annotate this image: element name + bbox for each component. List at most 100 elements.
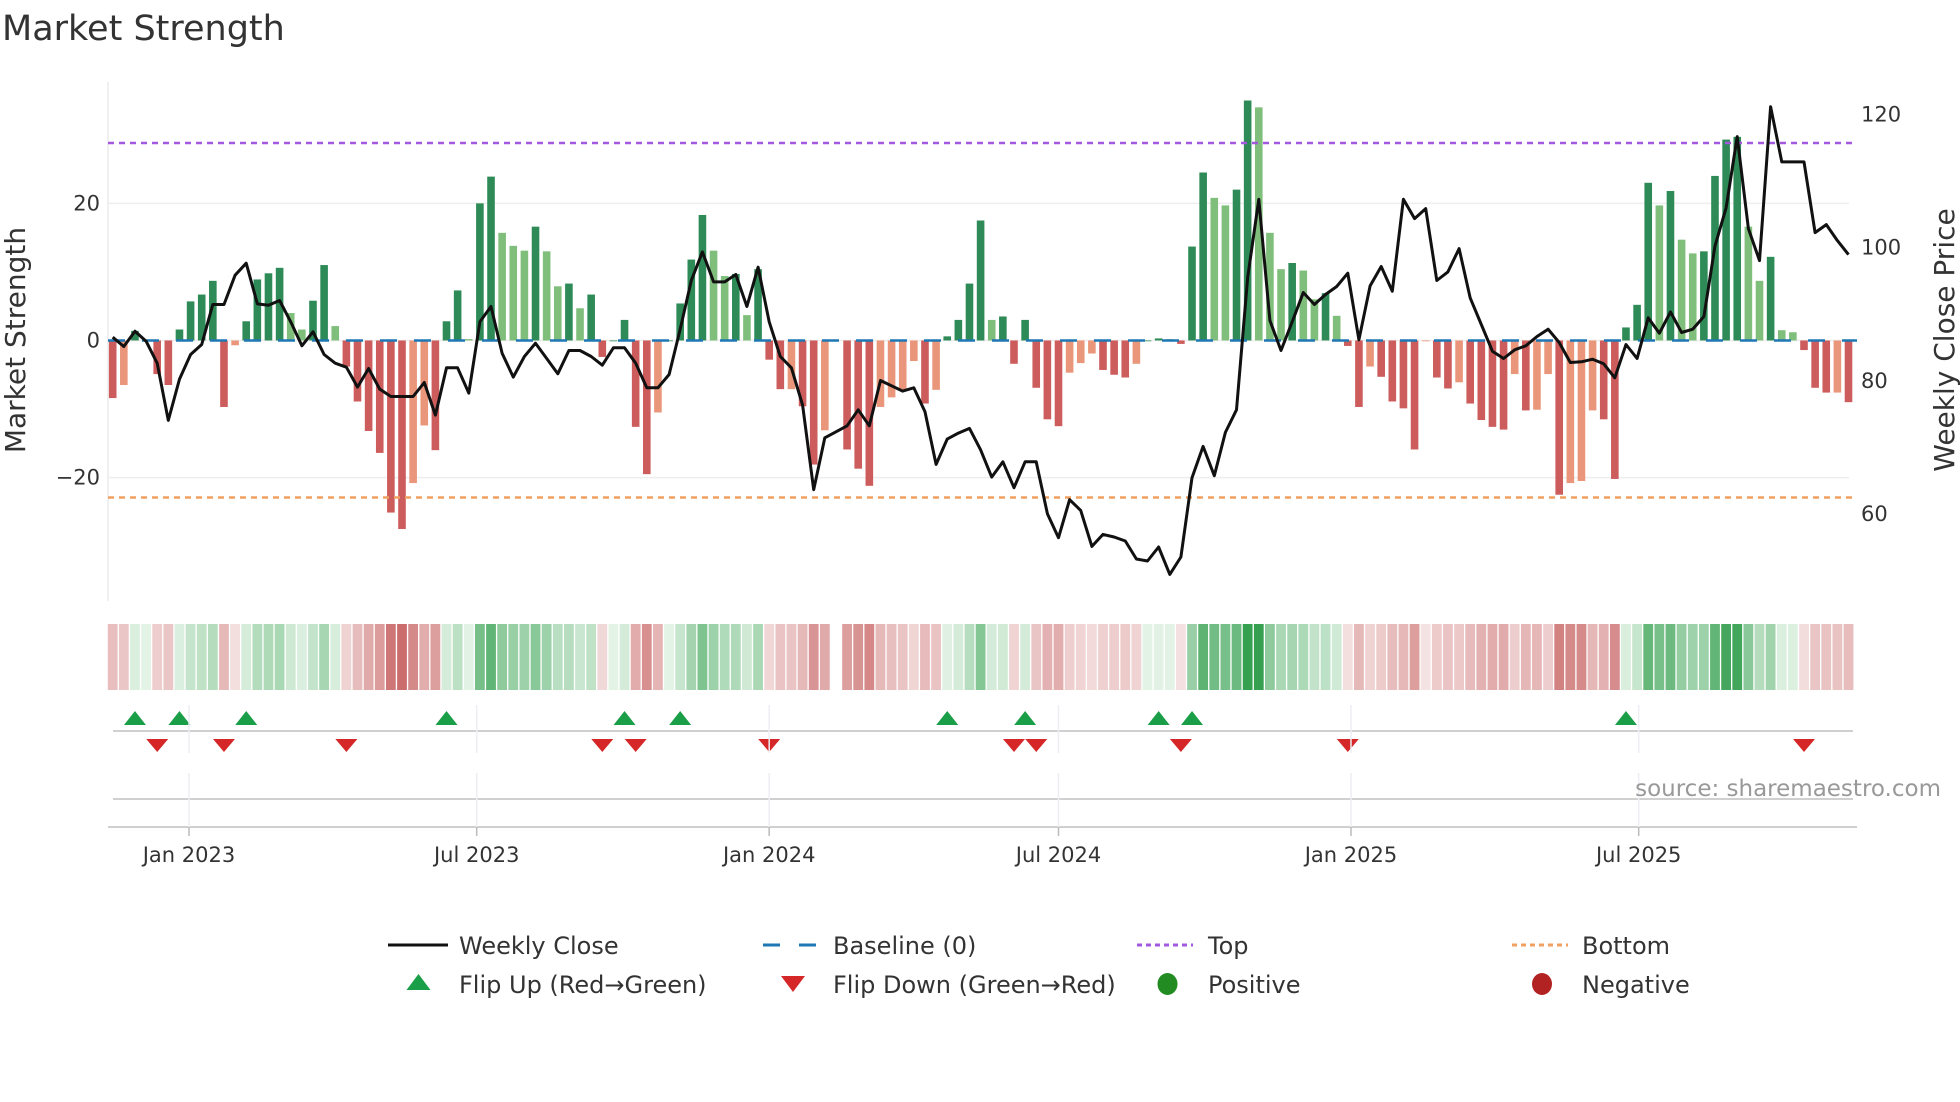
strength-bar <box>565 283 573 341</box>
heatmap-cell <box>853 624 864 690</box>
legend-label: Flip Up (Red→Green) <box>459 971 707 999</box>
strength-bar <box>1777 330 1786 341</box>
strength-bar <box>1366 340 1374 367</box>
y-tick-label: 0 <box>87 328 100 352</box>
heatmap-cell <box>452 624 463 690</box>
strength-bar <box>1121 340 1130 378</box>
strength-bar <box>1499 340 1508 430</box>
heatmap-cell <box>152 624 163 690</box>
strength-bar <box>1455 340 1463 383</box>
strength-bar <box>609 340 618 342</box>
heatmap-cell <box>1342 624 1353 690</box>
heatmap-cell <box>686 624 697 690</box>
strength-bar <box>854 340 863 469</box>
strength-bar <box>1811 340 1819 388</box>
heatmap-cell <box>508 624 519 690</box>
flip-down-marker <box>335 739 358 752</box>
strength-bar <box>387 340 395 513</box>
flip-down-marker <box>146 739 169 752</box>
strength-bar <box>1544 340 1552 375</box>
heatmap-cell <box>1420 624 1431 690</box>
heatmap-cell <box>1565 624 1576 690</box>
flip-up-marker <box>435 711 458 725</box>
strength-bar <box>1232 189 1241 341</box>
y2-tick-label: 100 <box>1861 236 1901 260</box>
x-tick-label: Jul 2025 <box>1594 843 1681 867</box>
legend-item: Weekly Close <box>388 932 619 960</box>
strength-bar <box>642 340 651 475</box>
flip-down-marker <box>1793 739 1816 752</box>
strength-bar <box>1076 340 1085 364</box>
heatmap-cell <box>1409 624 1420 690</box>
heatmap-cell <box>1164 624 1175 690</box>
heatmap-cell <box>786 624 797 690</box>
strength-bar <box>720 276 729 341</box>
strength-bar <box>1599 340 1608 420</box>
strength-bar <box>1110 340 1118 375</box>
strength-bar <box>943 336 952 341</box>
heatmap-cell <box>664 624 674 690</box>
heatmap-cell <box>497 624 508 690</box>
heatmap-cell <box>1220 624 1231 690</box>
heatmap-cell <box>1431 624 1442 690</box>
heatmap-cell <box>1476 624 1487 690</box>
heatmap-cell <box>1198 624 1209 690</box>
strength-bar <box>1377 340 1385 377</box>
heatmap-cell <box>1632 624 1642 690</box>
heatmap-cell <box>1086 624 1097 690</box>
market-strength-chart: Market Strength 20 0 −20 120 100 80 60 Market… <box>0 9 1960 999</box>
legend-label: Weekly Close <box>459 932 619 960</box>
y-axis-title: Market Strength <box>0 227 32 453</box>
heatmap-cell <box>1031 624 1042 690</box>
heatmap-cell <box>1654 624 1665 690</box>
strength-bar <box>765 340 773 360</box>
heatmap-cell <box>808 624 819 690</box>
strength-bar <box>631 340 640 427</box>
strength-bar <box>843 340 851 450</box>
legend-label: Flip Down (Green→Red) <box>833 971 1116 999</box>
strength-bar <box>1722 139 1730 341</box>
heatmap-cell <box>241 624 252 690</box>
heatmap-cell <box>864 624 875 690</box>
heatmap-cell <box>1131 624 1142 690</box>
heatmap-cell <box>575 624 585 690</box>
heatmap-cell <box>1698 624 1709 690</box>
strength-bar <box>1611 340 1619 479</box>
heatmap-cell <box>1598 624 1609 690</box>
strength-bar <box>1132 340 1141 364</box>
heatmap-cell <box>163 624 174 690</box>
strength-bar <box>398 340 406 530</box>
heatmap-cell <box>886 624 897 690</box>
x-tick-label: Jan 2023 <box>141 843 236 867</box>
heatmap-cell <box>1487 624 1498 690</box>
strength-bar <box>1043 340 1052 420</box>
strength-bar <box>898 340 907 391</box>
heatmap-cell <box>819 624 830 690</box>
heatmap-cell <box>1543 624 1553 690</box>
strength-bar <box>1321 293 1330 341</box>
flip-up-marker <box>1014 711 1037 725</box>
flip-up-marker <box>613 711 636 725</box>
strength-bar <box>887 340 896 398</box>
strength-bar <box>1622 327 1630 341</box>
strength-bars <box>108 100 1853 530</box>
heatmap-cell <box>1331 624 1342 690</box>
heatmap-cell <box>308 624 318 690</box>
strength-bar <box>987 319 996 341</box>
heatmap-cell <box>1020 624 1031 690</box>
heatmap-cell <box>252 624 263 690</box>
flip-up-marker <box>1181 711 1204 725</box>
strength-bar <box>1054 340 1063 427</box>
flip-down-marker <box>212 739 235 752</box>
flip-up-marker <box>1147 711 1170 725</box>
heatmap-cell <box>641 624 652 690</box>
strength-bar <box>1822 340 1831 393</box>
heatmap-cell <box>1187 624 1197 690</box>
strength-bar <box>1410 340 1419 450</box>
y2-tick-label: 120 <box>1861 102 1901 126</box>
strength-bar <box>698 215 707 341</box>
strength-bar <box>164 340 173 386</box>
strength-bar <box>1633 304 1641 341</box>
legend-item: Flip Down (Green→Red) <box>781 971 1116 999</box>
heatmap-cell <box>1354 624 1364 690</box>
